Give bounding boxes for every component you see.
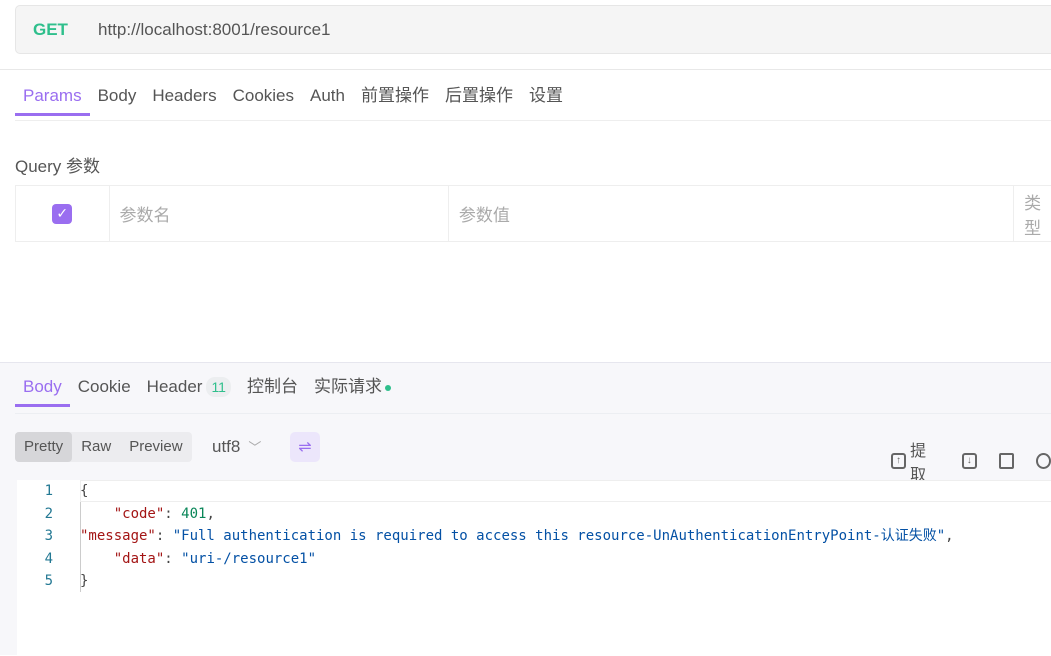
query-params-table: ✓ 参数名 参数值 类型 [15,185,1051,242]
tab-auth[interactable]: Auth [302,76,353,116]
tab-settings[interactable]: 设置 [521,76,571,116]
select-all-checkbox[interactable]: ✓ [52,203,73,224]
code-text: "message": "Full authentication is requi… [80,528,954,544]
code-line: 5} [17,570,1051,593]
tab-pre-script[interactable]: 前置操作 [353,76,437,116]
response-toolbar: ↑ 提取 ↓ [891,437,1051,485]
actual-request-label: 实际请求 [313,377,382,396]
tab-params[interactable]: Params [15,76,90,116]
encoding-value: utf8 [212,437,241,456]
view-pretty[interactable]: Pretty [15,432,73,462]
url-input[interactable]: http://localhost:8001/resource1 [98,20,330,40]
tab-headers[interactable]: Headers [144,76,224,116]
code-line: 4 "data": "uri-/resource1" [17,548,1051,571]
line-number: 4 [44,550,53,567]
view-mode-toggle: Pretty Raw Preview [15,432,192,462]
line-number: 3 [44,528,53,544]
tab-response-header[interactable]: Header 11 [139,367,239,407]
header-count-badge: 11 [206,377,231,397]
download-icon[interactable]: ↓ [961,453,977,469]
code-text: "data": "uri-/resource1" [113,550,317,567]
code-text: { [80,483,89,499]
copy-icon[interactable] [998,453,1014,469]
code-line: 1{ [17,480,1051,503]
json-key: "code" [113,505,165,522]
line-number: 2 [44,505,53,522]
code-text: "code": 401, [113,505,215,522]
chevron-down-icon: ﹀ [248,440,262,455]
wrap-icon: ⇌ [298,439,312,456]
param-value-input[interactable]: 参数值 [449,186,1015,241]
json-key: "data" [113,550,165,567]
response-panel: Body Cookie Header 11 控制台 实际请求 Pretty Raw… [0,362,1051,656]
view-preview[interactable]: Preview [120,432,191,462]
extract-button[interactable]: 提取 [910,437,940,485]
search-icon[interactable] [1035,453,1051,469]
param-name-input[interactable]: 参数名 [110,186,449,241]
view-raw[interactable]: Raw [72,432,120,462]
method-select[interactable]: GET [33,20,98,40]
tab-body[interactable]: Body [90,76,145,116]
tab-actual-request[interactable]: 实际请求 [306,367,399,407]
divider [15,413,1051,414]
line-number: 5 [44,573,53,589]
select-all-cell: ✓ [16,186,110,241]
json-string: "uri-/resource1" [181,550,317,567]
code-line: 3 "message": "Full authentication is requ… [17,525,1051,548]
url-bar[interactable]: GET http://localhost:8001/resource1 [15,5,1051,54]
tab-response-cookie[interactable]: Cookie [70,367,139,407]
encoding-select[interactable]: utf8 ﹀ [212,437,261,457]
json-number: 401 [181,505,207,522]
divider [0,69,1051,70]
word-wrap-button[interactable]: ⇌ [290,432,320,462]
query-params-label: Query 参数 [15,157,101,176]
json-key: "message" [80,528,156,544]
response-code-viewer[interactable]: 1{ 2 "code": 401, 3 "message": "Full auth… [17,480,1051,656]
line-number: 1 [44,483,53,499]
divider [15,120,1051,121]
json-string: "Full authentication is required to acce… [172,528,946,544]
response-tabs: Body Cookie Header 11 控制台 实际请求 [15,367,399,407]
tab-cookies[interactable]: Cookies [225,76,302,116]
code-text: } [80,573,89,589]
param-type-column[interactable]: 类型 [1014,186,1051,241]
status-dot [384,384,391,391]
tab-response-body[interactable]: Body [15,367,70,407]
extract-icon[interactable]: ↑ [891,453,907,469]
tab-post-script[interactable]: 后置操作 [437,76,521,116]
header-tab-label: Header [146,377,203,396]
code-line: 2 "code": 401, [17,503,1051,526]
tab-console[interactable]: 控制台 [239,367,306,407]
request-tabs: Params Body Headers Cookies Auth 前置操作 后置… [15,76,571,116]
